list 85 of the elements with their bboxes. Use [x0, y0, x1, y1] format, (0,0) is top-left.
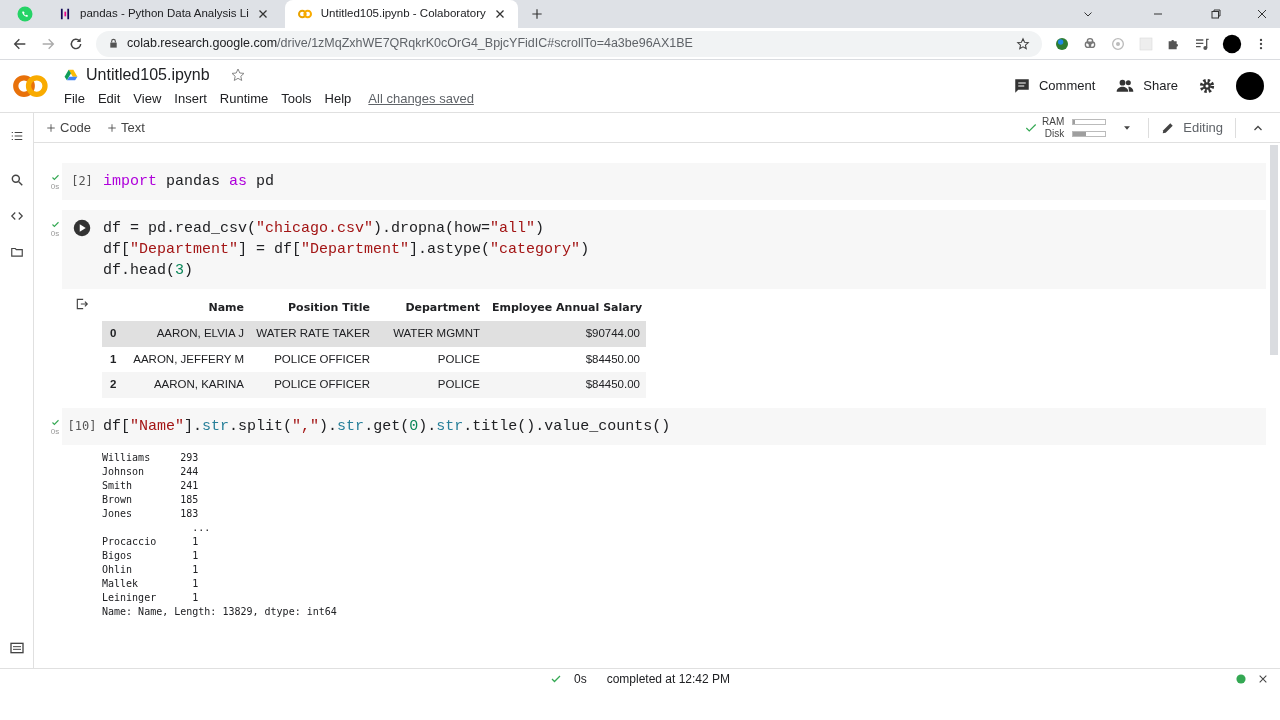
close-icon[interactable] [256, 8, 269, 20]
column-header: Position Title [288, 300, 370, 314]
comment-button[interactable]: Comment [1012, 76, 1096, 96]
reload-icon[interactable] [68, 35, 84, 52]
menu-item[interactable]: File [64, 89, 85, 109]
table-cell: AARON, KARINA [153, 378, 244, 391]
table-cell: WATER RATE TAKER [256, 327, 370, 340]
add-text-button[interactable]: Text [107, 117, 145, 138]
resource-label: Disk [1043, 127, 1065, 140]
status-message: completed at 12:42 PM [606, 670, 731, 688]
status-time: 0s [573, 670, 587, 688]
close-icon[interactable] [493, 8, 506, 20]
share-button[interactable]: Share [1115, 76, 1178, 96]
browser-tab[interactable]: Untitled105.ipynb - Colaboratory [284, 0, 518, 28]
table-cell: WATER MGMNT [393, 327, 480, 340]
close-icon[interactable] [1258, 673, 1268, 684]
code-text[interactable]: df["Name"].str.split(",").str.get(0).str.title().value_counts() [102, 415, 671, 437]
menu-item[interactable]: Tools [281, 89, 312, 109]
close-icon[interactable] [1256, 8, 1268, 20]
terminal-icon[interactable] [8, 640, 25, 656]
run-time: 0s [50, 426, 60, 436]
lock-icon [108, 38, 119, 49]
comment-icon [1012, 77, 1031, 95]
pencil-icon [1161, 120, 1176, 135]
tab-title: pandas - Python Data Analysis Li [80, 6, 249, 22]
row-index: 0 [110, 327, 117, 340]
plus-icon [46, 122, 56, 133]
execution-count: [10] [67, 417, 97, 435]
run-time: 0s [50, 229, 60, 238]
address-bar[interactable]: colab.research.google.com/drive/1zMqZxhWE7QRqkrK0cOrG4_BpjcYFidIC#scrollTo=4a3be96AX1BE [96, 30, 1042, 57]
menu-item[interactable]: View [133, 89, 162, 109]
table-cell: $90744.00 [585, 327, 640, 340]
table-row[interactable]: 2 AARON, KARINA POLICE OFFICER POLICE $84450.00 [102, 372, 646, 398]
url-text: colab.research.google.com/drive/1zMqZxhWE7QRqkrK0cOrG4_BpjcYFidIC#scrollTo=4a3be96AX1BE [127, 35, 694, 53]
plus-icon[interactable] [529, 7, 544, 21]
row-index: 2 [110, 378, 117, 391]
tab-title: Untitled105.ipynb - Colaboratory [320, 6, 486, 22]
run-time: 0s [50, 182, 60, 191]
column-header: Name [208, 300, 244, 314]
menu-item[interactable]: Insert [174, 89, 207, 109]
table-cell: $84450.00 [585, 378, 640, 391]
table-cell: AARON, ELVIA J [156, 327, 244, 340]
table-cell: AARON, JEFFERY M [133, 352, 244, 365]
table-row[interactable]: 0 AARON, ELVIA J WATER RATE TAKER WATER MGMNT $90744.00 [102, 321, 646, 347]
resource-meter [1072, 130, 1107, 137]
table-cell: POLICE [437, 378, 480, 391]
code-text[interactable]: df = pd.read_csv("chicago.csv").dropna(how="all") df["Department"] = df["Department"].astype("category") df.head(3) [102, 218, 590, 281]
output-text: Williams 293 Johnson 244 Smith 241 Brown 185 Jones 183 ... Procaccio 1 Bigos 1 Ohlin 1 Mallek 1 Leininger 1 Name: Name, Length: 13829, dtype: int64 [101, 450, 338, 619]
resource-meter [1072, 118, 1107, 125]
code-text[interactable]: import pandas as pd [102, 171, 275, 192]
scrollbar-thumb[interactable] [1270, 145, 1278, 355]
menu-item[interactable]: Edit [97, 89, 121, 109]
avatar-icon[interactable] [1222, 33, 1242, 54]
save-status-link[interactable]: All changes saved [368, 89, 474, 109]
star-icon[interactable] [1016, 36, 1030, 51]
check-icon [50, 417, 60, 427]
bars-icon [58, 7, 72, 21]
check-icon [50, 220, 60, 229]
code-brackets-icon[interactable] [9, 209, 24, 223]
add-code-button[interactable]: Code [46, 117, 92, 138]
menu-item[interactable]: Runtime [219, 89, 269, 109]
folder-icon[interactable] [9, 245, 24, 259]
drive-icon [64, 68, 78, 83]
table-cell: POLICE OFFICER [274, 378, 370, 391]
status-dot-icon [1236, 673, 1246, 684]
row-index: 1 [110, 352, 117, 365]
star-icon[interactable] [229, 67, 246, 84]
notebook-title[interactable]: Untitled105.ipynb [86, 63, 210, 88]
globe-icon[interactable] [1054, 35, 1070, 52]
column-header: Employee Annual Salary [492, 300, 643, 314]
column-header: Department [405, 300, 480, 314]
execution-count: [2] [71, 173, 93, 190]
avatar-icon[interactable] [1236, 72, 1264, 100]
table-cell: POLICE OFFICER [274, 352, 370, 365]
check-icon [50, 173, 60, 182]
search-icon[interactable] [9, 173, 24, 187]
restore-icon[interactable] [1210, 8, 1222, 20]
resource-label: RAM [1042, 115, 1065, 128]
browser-tab[interactable]: pandas - Python Data Analysis Li [46, 0, 281, 28]
editing-mode-button[interactable]: Editing [1161, 117, 1223, 138]
menu-item[interactable]: Help [324, 89, 352, 109]
table-cell: POLICE [437, 352, 480, 365]
plus-icon [107, 122, 118, 133]
list-icon[interactable] [9, 129, 24, 143]
table-cell: $84450.00 [585, 352, 640, 365]
